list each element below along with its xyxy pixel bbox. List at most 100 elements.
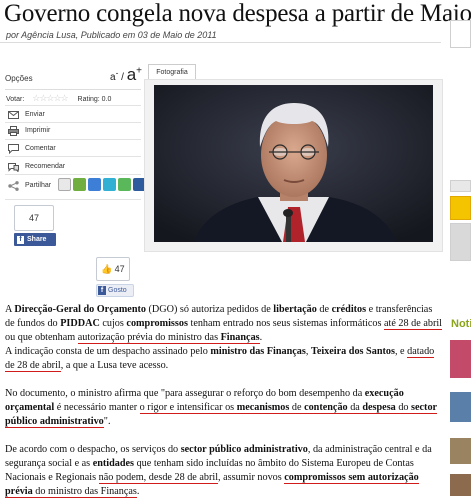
rating-stars[interactable]: ☆☆☆☆☆	[32, 93, 68, 103]
highlighted-text: de	[289, 402, 305, 414]
sapo-icon[interactable]	[118, 178, 131, 191]
divider	[5, 199, 141, 200]
divider	[5, 122, 141, 123]
print-action[interactable]: Imprimir	[6, 125, 50, 136]
envelope-icon	[6, 109, 20, 120]
facebook-like-widget: 👍 47 f Gosto	[96, 257, 134, 297]
text-segment: cujos	[99, 318, 127, 329]
share-service-list	[58, 178, 146, 191]
highlighted-text: despesa	[362, 402, 396, 414]
share-action[interactable]: Partilhar	[6, 180, 51, 191]
google-buzz-icon[interactable]	[73, 178, 86, 191]
action-label: Enviar	[25, 111, 45, 118]
sidebar-ad[interactable]	[450, 180, 471, 192]
text-segment: (DGO) só autoriza pedidos de	[145, 304, 274, 315]
article-body: A Direcção-Geral do Orçamento (DGO) só a…	[5, 303, 443, 500]
highlighted-text: do ministro das Finanças	[32, 486, 137, 498]
text-segment: No documento, o ministro afirma que "par…	[5, 388, 365, 399]
facebook-like-button[interactable]: f Gosto	[96, 284, 134, 297]
text-segment: sector público administrativo	[180, 444, 308, 455]
news-section-title: Noti	[451, 318, 471, 330]
divider	[5, 174, 141, 175]
text-segment: ou que obtenham	[5, 332, 78, 343]
divider	[5, 89, 141, 90]
comment-action[interactable]: Comentar	[6, 143, 56, 154]
text-segment: A indicação consta de um despacho assina…	[5, 346, 211, 357]
paragraph-text: No documento, o ministro afirma que "par…	[5, 388, 438, 428]
highlighted-text: mecanismos	[236, 402, 290, 414]
options-title: Opções	[5, 74, 33, 83]
font-small-sup: -	[115, 67, 119, 78]
font-big-sup: +	[136, 65, 142, 77]
text-segment: .	[259, 332, 263, 343]
myspace-icon[interactable]	[103, 178, 116, 191]
delicious-icon[interactable]	[58, 178, 71, 191]
facebook-icon: f	[17, 235, 24, 244]
sidebar-ad[interactable]	[450, 20, 471, 48]
text-segment: , e	[394, 346, 408, 357]
news-thumbnail[interactable]	[450, 438, 471, 464]
share-icon	[6, 180, 20, 191]
highlighted-text: contenção	[304, 402, 348, 414]
share-count: 47	[14, 205, 54, 231]
action-label: Comentar	[25, 145, 56, 152]
font-size-control: a- / a+	[110, 65, 142, 85]
highlighted-text: não podem, desde 28 de abril	[98, 472, 219, 484]
divider	[5, 139, 141, 140]
recommend-action[interactable]: Recomendar	[6, 161, 65, 172]
sidebar-ad[interactable]	[450, 196, 471, 220]
facebook-icon: f	[98, 286, 106, 295]
font-decrease-button[interactable]: a-	[110, 68, 118, 83]
highlighted-text: autorização prévia do ministro das	[77, 332, 221, 344]
text-segment: libertação	[273, 304, 317, 315]
font-big-label: a	[126, 65, 137, 84]
highlighted-text: o rigor e intensificar os	[139, 402, 237, 414]
divider	[5, 105, 141, 106]
vote-label: Votar:	[6, 96, 25, 103]
highlighted-text: da	[347, 402, 363, 414]
text-segment: tenham entrado nos seus sistemas informá…	[187, 318, 385, 329]
article-paragraph: A Direcção-Geral do Orçamento (DGO) só a…	[5, 303, 443, 373]
facebook-share-button[interactable]: f Share	[14, 233, 56, 246]
text-segment: Teixeira dos Santos	[310, 346, 395, 357]
divider	[5, 156, 141, 157]
rating-value: Rating: 0.0	[77, 96, 112, 103]
vote-row: Votar: ☆☆☆☆☆ Rating: 0.0	[6, 93, 111, 104]
highlighted-text: do	[395, 402, 412, 414]
text-segment: é necessário manter	[54, 402, 140, 413]
like-label: Gosto	[108, 287, 127, 294]
text-segment: entidades	[92, 458, 135, 469]
text-segment: , a que a Lusa teve acesso.	[60, 360, 169, 371]
news-thumbnail[interactable]	[450, 392, 471, 422]
paragraph-text: A indicação consta de um despacho assina…	[5, 346, 435, 372]
paragraph-text: De acordo com o despacho, os serviços do…	[5, 444, 432, 498]
text-segment: .	[136, 486, 140, 497]
text-segment: ministro das Finanças	[210, 346, 306, 357]
font-increase-button[interactable]: a+	[127, 65, 142, 84]
twitter-icon[interactable]	[88, 178, 101, 191]
like-count: 👍 47	[96, 257, 130, 281]
news-thumbnail[interactable]	[450, 474, 471, 496]
text-segment: créditos	[331, 304, 367, 315]
text-segment: De acordo com o despacho, os serviços do	[5, 444, 181, 455]
send-action[interactable]: Enviar	[6, 109, 45, 120]
text-segment: compromissos	[126, 318, 188, 329]
divider	[0, 42, 441, 43]
article-photo	[154, 85, 433, 242]
text-segment: de	[316, 304, 332, 315]
article-byline: por Agência Lusa, Publicado em 03 de Mai…	[6, 30, 217, 40]
tab-photo[interactable]: Fotografia	[148, 64, 196, 80]
sidebar-ad[interactable]	[450, 223, 471, 261]
share-label: Share	[27, 236, 47, 243]
font-separator: /	[121, 72, 124, 83]
text-segment: A	[5, 304, 15, 315]
text-segment: Direcção-Geral do Orçamento	[14, 304, 146, 315]
text-segment: ".	[103, 416, 111, 427]
action-label: Recomendar	[25, 163, 66, 170]
news-thumbnail[interactable]	[450, 340, 471, 378]
right-column	[447, 0, 471, 500]
like-count-value: 47	[114, 264, 125, 274]
thumbs-up-icon: 👍	[101, 263, 113, 274]
recommend-icon	[6, 161, 20, 172]
highlighted-text: até 28 de abril	[384, 318, 443, 330]
